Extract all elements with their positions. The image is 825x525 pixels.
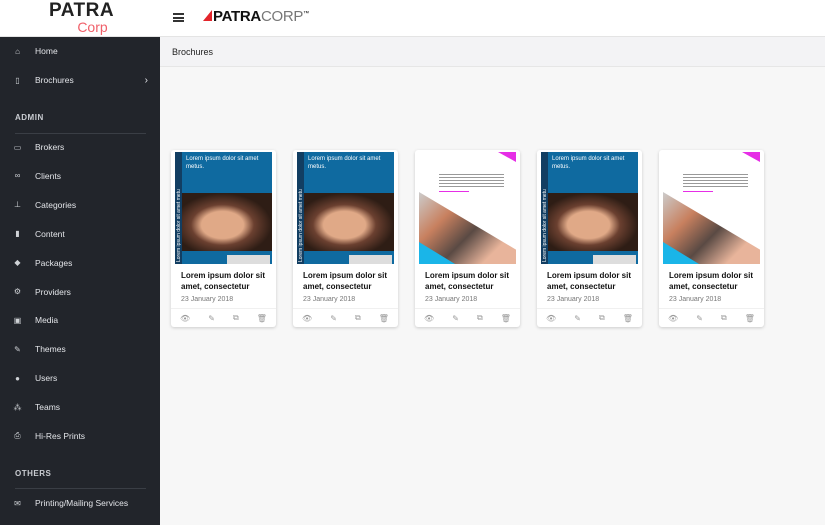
duplicate-icon[interactable]: ⧉	[721, 313, 727, 323]
brochure-title: Lorem ipsum dolor sit amet, consectetur	[669, 271, 754, 291]
brochure-thumbnail[interactable]: Lorem ipsum dolor sit amet metu Lorem ips…	[175, 152, 272, 264]
sidebar-item-label: Brochures	[35, 75, 74, 85]
cogs-icon: ⚙	[13, 287, 22, 296]
section-label-others: OTHERS	[15, 469, 52, 478]
print-icon: ⎙	[14, 431, 21, 440]
sidebar-item-providers[interactable]: ⚙ Providers	[0, 280, 160, 304]
delete-icon[interactable]: 🗑	[501, 314, 511, 323]
tag-icon: ◆	[14, 258, 21, 268]
view-icon[interactable]: 👁	[424, 314, 434, 323]
image-icon: ▣	[13, 315, 22, 325]
edit-icon[interactable]: ✎	[574, 314, 581, 323]
team-icon: ⁂	[13, 402, 22, 412]
sidebar-item-label: Printing/Mailing Services	[35, 498, 129, 508]
home-icon: ⌂	[15, 46, 20, 56]
brochure-thumbnail[interactable]	[663, 152, 760, 264]
sidebar-item-label: Content	[35, 228, 65, 239]
view-icon[interactable]: 👁	[302, 314, 312, 323]
brochure-card[interactable]: Lorem ipsum dolor sit amet, consectetur …	[415, 150, 520, 327]
brochure-thumbnail[interactable]: Lorem ipsum dolor sit amet metu Lorem ips…	[297, 152, 394, 264]
view-icon[interactable]: 👁	[180, 314, 190, 323]
brochure-date: 23 January 2018	[425, 296, 478, 303]
duplicate-icon[interactable]: ⧉	[599, 313, 605, 323]
sidebar-item-label: Brokers	[35, 142, 65, 152]
brand-logo: PATRACORP™	[203, 8, 309, 25]
sidebar-item-label: Providers	[35, 286, 71, 297]
sidebar-item-label: Categories	[35, 199, 77, 210]
brochure-title: Lorem ipsum dolor sit amet, consectetur	[425, 271, 510, 291]
brochure-card[interactable]: Lorem ipsum dolor sit amet metu Lorem ips…	[293, 150, 398, 327]
sidebar-item-label: Media	[35, 315, 59, 326]
handshake-icon: ∞	[14, 171, 21, 181]
brochure-card[interactable]: Lorem ipsum dolor sit amet, consectetur …	[659, 150, 764, 327]
edit-icon[interactable]: ✎	[208, 314, 215, 323]
sidebar-item-teams[interactable]: ⁂ Teams	[0, 395, 160, 419]
brochure-date: 23 January 2018	[181, 296, 234, 303]
brochure-title: Lorem ipsum dolor sit amet, consectetur	[303, 271, 388, 291]
file-icon: ▯	[15, 75, 20, 85]
brochure-title: Lorem ipsum dolor sit amet, consectetur	[181, 271, 266, 291]
delete-icon[interactable]: 🗑	[257, 314, 267, 323]
duplicate-icon[interactable]: ⧉	[477, 313, 483, 323]
brochure-card[interactable]: Lorem ipsum dolor sit amet metu Lorem ips…	[537, 150, 642, 327]
breadcrumb: Brochures	[160, 37, 825, 67]
view-icon[interactable]: 👁	[546, 314, 556, 323]
section-label-admin: ADMIN	[15, 113, 44, 122]
sidebar-item-printing-mailing-services[interactable]: ✉ Printing/Mailing Services	[0, 491, 160, 515]
sidebar-item-label: Themes	[35, 344, 66, 355]
sidebar-item-themes[interactable]: ✎ Themes	[0, 337, 160, 361]
brochure-date: 23 January 2018	[669, 296, 722, 303]
sitemap-icon: ⊥	[14, 200, 21, 210]
sidebar-item-label: Packages	[35, 257, 73, 268]
sidebar-item-label: Home	[35, 46, 58, 56]
sidebar: ⌂ Home ▯ Brochures › ADMIN ▭ Brokers ∞ Clients ⊥ Ca…	[0, 37, 160, 525]
brochure-date: 23 January 2018	[303, 296, 356, 303]
sidebar-item-content[interactable]: ▮ Content	[0, 222, 160, 246]
brush-icon: ✎	[14, 344, 21, 354]
edit-icon[interactable]: ✎	[452, 314, 459, 323]
id-card-icon: ▭	[13, 142, 22, 152]
chevron-right-icon: ›	[144, 74, 148, 86]
sidebar-item-brokers[interactable]: ▭ Brokers	[0, 135, 160, 159]
brochure-card[interactable]: Lorem ipsum dolor sit amet metu Lorem ips…	[171, 150, 276, 327]
edit-icon[interactable]: ✎	[330, 314, 337, 323]
menu-toggle-icon[interactable]	[173, 13, 184, 22]
sidebar-item-label: Clients	[35, 170, 61, 181]
sidebar-item-categories[interactable]: ⊥ Categories	[0, 193, 160, 217]
sidebar-item-media[interactable]: ▣ Media	[0, 308, 160, 332]
sidebar-item-label: Users	[35, 373, 58, 384]
duplicate-icon[interactable]: ⧉	[233, 313, 239, 323]
sidebar-item-home[interactable]: ⌂ Home	[0, 39, 160, 63]
logo[interactable]: PATRA Corp	[44, 1, 119, 34]
sidebar-item-brochures[interactable]: ▯ Brochures ›	[0, 68, 160, 92]
divider	[15, 488, 146, 489]
delete-icon[interactable]: 🗑	[623, 314, 633, 323]
brochure-title: Lorem ipsum dolor sit amet, consectetur	[547, 271, 632, 291]
sidebar-item-hi-res-prints[interactable]: ⎙ Hi-Res Prints	[0, 424, 160, 448]
delete-icon[interactable]: 🗑	[379, 314, 389, 323]
brochure-date: 23 January 2018	[547, 296, 600, 303]
sidebar-item-label: Hi-Res Prints	[35, 431, 86, 441]
delete-icon[interactable]: 🗑	[745, 314, 755, 323]
document-icon: ▮	[15, 229, 20, 239]
edit-icon[interactable]: ✎	[696, 314, 703, 323]
envelope-icon: ✉	[14, 498, 21, 508]
duplicate-icon[interactable]: ⧉	[355, 313, 361, 323]
users-icon: ●	[15, 373, 20, 383]
divider	[15, 133, 146, 134]
brochure-thumbnail[interactable]: Lorem ipsum dolor sit amet metu Lorem ips…	[541, 152, 638, 264]
sidebar-item-users[interactable]: ● Users	[0, 366, 160, 390]
view-icon[interactable]: 👁	[668, 314, 678, 323]
top-bar: PATRA Corp PATRACORP™	[0, 0, 825, 37]
sidebar-item-clients[interactable]: ∞ Clients	[0, 164, 160, 188]
brochure-thumbnail[interactable]	[419, 152, 516, 264]
sidebar-item-label: Teams	[35, 402, 61, 413]
sidebar-item-packages[interactable]: ◆ Packages	[0, 251, 160, 275]
